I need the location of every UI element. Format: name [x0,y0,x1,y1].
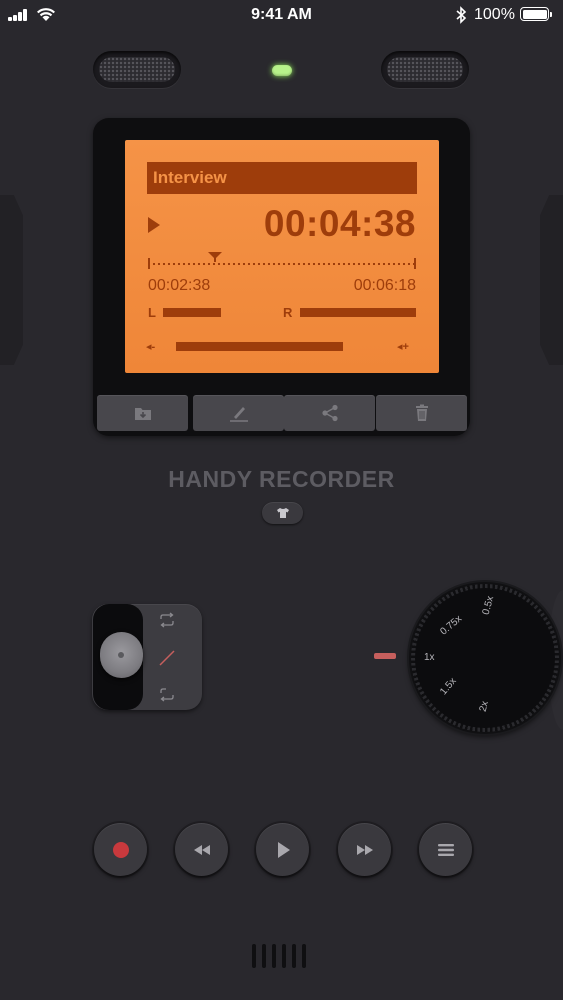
menu-button[interactable] [419,823,472,876]
shirt-icon [276,508,289,518]
trash-icon [415,404,428,421]
normal-mode-option[interactable] [154,645,180,671]
lcd-display: Interview 00:04:38 00:02:38 00:06:18 L R… [125,140,439,373]
delete-button[interactable] [376,395,467,431]
loop-mode-option[interactable] [154,681,180,707]
brand-label: HANDY RECORDER [168,466,395,492]
elapsed-time: 00:02:38 [148,277,211,294]
recording-title: Interview [153,168,227,187]
repeat-mode-option[interactable] [154,607,180,633]
loop-icon [160,688,174,702]
share-button[interactable] [284,395,375,431]
rename-button[interactable] [193,395,284,431]
menu-icon [437,843,454,856]
lcd-title-bar[interactable]: Interview [147,162,417,194]
battery-percent: 100% [474,6,515,23]
lcd-action-bar [97,395,467,431]
bluetooth-icon [456,6,467,24]
record-icon [112,841,129,858]
track-end-mark [414,258,416,269]
dial-indicator [374,653,396,659]
speed-label-0-5x: 0.5x [480,594,497,617]
record-button[interactable] [94,823,147,876]
right-channel-label: R [283,305,293,320]
battery-icon [520,7,552,21]
rewind-button[interactable] [175,823,228,876]
speed-label-2x: 2x [477,699,491,714]
speed-label-1-5x: 1.5x [438,675,459,698]
current-time: 00:04:38 [263,203,416,244]
speaker-grille [252,944,314,968]
play-icon [277,841,290,858]
mode-switch-knob[interactable] [100,632,143,678]
save-to-folder-button[interactable] [97,395,188,431]
repeat-icon [160,612,174,628]
fast-forward-icon [356,844,373,855]
left-channel-label: L [148,305,156,320]
play-state-icon [148,217,160,233]
speed-label-0-75x: 0.75x [438,613,465,638]
fast-forward-button[interactable] [338,823,391,876]
side-bumper-left [0,195,23,365]
progress-track[interactable] [148,263,416,265]
volume-up-icon: ◂+ [397,341,409,353]
recording-led [272,65,292,76]
theme-button[interactable] [262,502,303,524]
folder-download-icon [134,408,151,420]
right-level-meter [300,308,416,317]
status-bar: 9:41 AM 100% [0,0,563,30]
left-level-meter [163,308,221,317]
pencil-icon [229,407,248,422]
playhead-marker-icon[interactable] [208,252,222,262]
volume-down-icon: ◂- [146,341,156,353]
left-microphone-grille [93,51,181,88]
speed-label-1x: 1x [424,652,435,663]
speed-dial[interactable]: 0.5x 0.75x 1x 1.5x 2x [409,582,561,734]
volume-bar[interactable] [176,342,343,351]
play-button[interactable] [256,823,309,876]
slash-icon [159,650,175,666]
right-microphone-grille [381,51,469,88]
total-time: 00:06:18 [353,277,416,294]
share-icon [321,404,338,422]
rewind-icon [193,844,210,855]
side-bumper-right [540,195,563,365]
